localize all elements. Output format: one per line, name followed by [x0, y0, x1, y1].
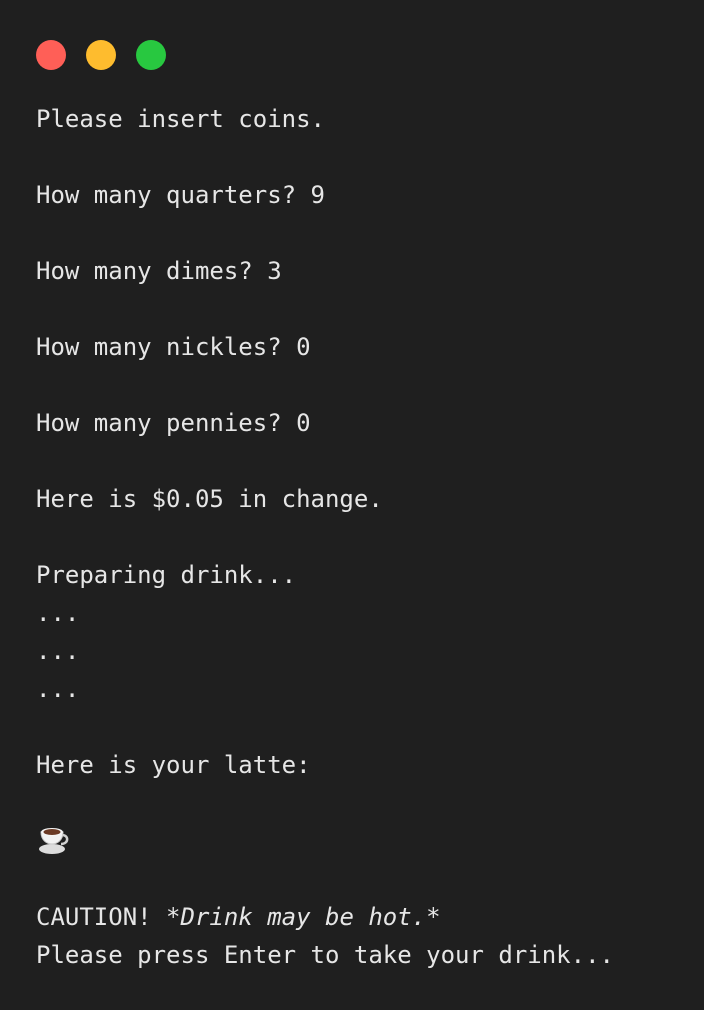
pennies-line: How many pennies? 0: [36, 409, 311, 437]
caution-emphasis: *Drink may be hot.*: [166, 903, 441, 931]
latte-line: Here is your latte:: [36, 751, 311, 779]
nickles-line: How many nickles? 0: [36, 333, 311, 361]
progress-dots-3: ...: [36, 675, 80, 703]
terminal-output: Please insert coins. How many quarters? …: [36, 0, 686, 969]
preparing-line: Preparing drink...: [36, 561, 297, 589]
caution-prefix: CAUTION!: [36, 903, 167, 931]
coffee-cup-icon: [39, 828, 69, 854]
terminal-window: Please insert coins. How many quarters? …: [0, 0, 704, 1010]
enter-prompt-line: Please press Enter to take your drink...: [36, 941, 614, 969]
change-line: Here is $0.05 in change.: [36, 485, 383, 513]
caution-line: CAUTION! *Drink may be hot.*: [36, 901, 441, 933]
quarters-line: How many quarters? 9: [36, 181, 325, 209]
progress-dots-2: ...: [36, 637, 80, 665]
dimes-line: How many dimes? 3: [36, 257, 282, 285]
insert-coins-line: Please insert coins.: [36, 105, 325, 133]
progress-dots-1: ...: [36, 599, 80, 627]
